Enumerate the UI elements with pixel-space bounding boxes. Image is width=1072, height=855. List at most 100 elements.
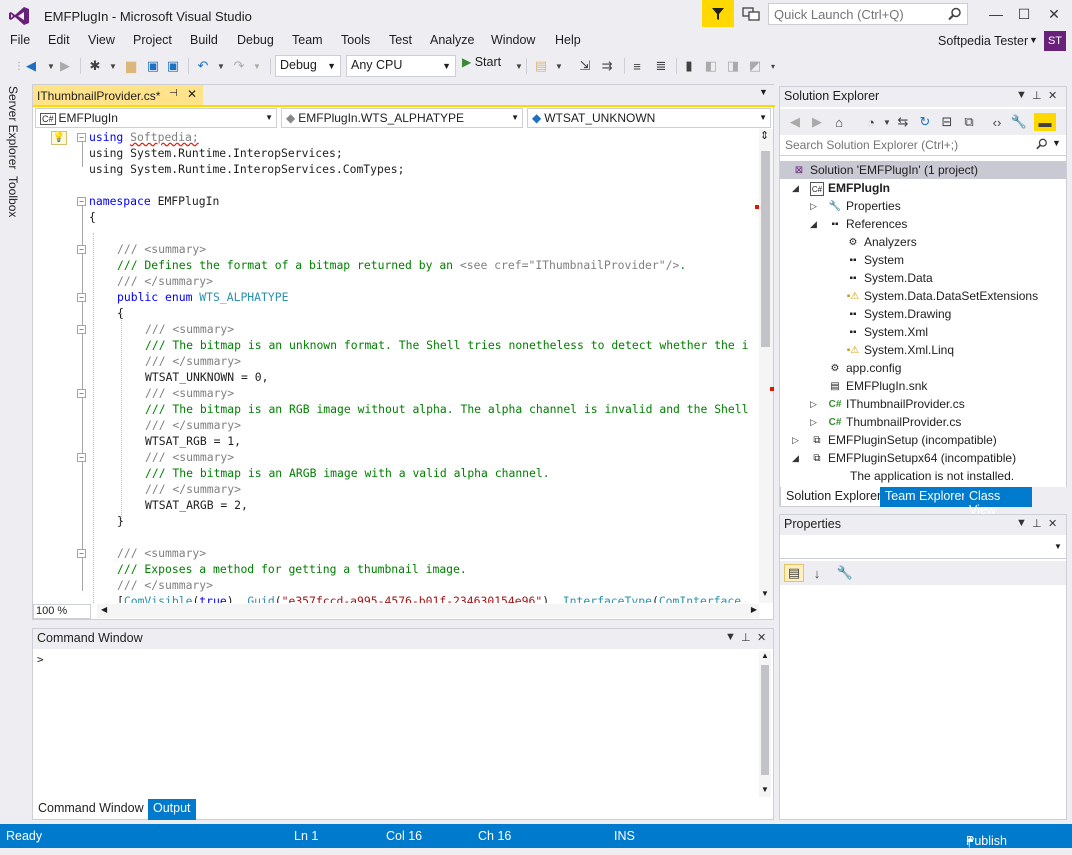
home-icon[interactable]: ⌂ — [830, 113, 848, 131]
search-icon[interactable] — [1036, 138, 1048, 153]
save-all-icon[interactable]: ▣ — [164, 57, 182, 75]
project-nav-select[interactable]: C# EMFPlugIn ▼ — [35, 108, 277, 128]
back-icon[interactable]: ◀ — [22, 57, 40, 75]
editor-horizontal-scrollbar[interactable]: ◀ ▶ — [97, 604, 759, 618]
chevron-down-icon[interactable]: ▼ — [248, 57, 266, 75]
tree-item-setup-project[interactable]: ▷ ⧉ EMFPluginSetup (incompatible) — [780, 431, 1066, 449]
quick-launch-input[interactable] — [769, 4, 939, 24]
tree-item-reference[interactable]: ▪▪ System.Data — [780, 269, 1066, 287]
menu-test[interactable]: Test — [389, 33, 412, 47]
tree-item-snk[interactable]: ▤ EMFPlugIn.snk — [780, 377, 1066, 395]
refresh-icon[interactable]: ↻ — [916, 113, 934, 131]
maximize-button[interactable]: ☐ — [1012, 4, 1036, 24]
scroll-up-icon[interactable]: ▲ — [761, 651, 769, 660]
menu-debug[interactable]: Debug — [237, 33, 274, 47]
collapsed-arrow-icon[interactable]: ▷ — [810, 413, 817, 431]
menu-edit[interactable]: Edit — [48, 33, 70, 47]
member-nav-select[interactable]: ◆ WTSAT_UNKNOWN ▼ — [527, 108, 771, 128]
feedback-icon[interactable] — [742, 6, 760, 22]
menu-project[interactable]: Project — [133, 33, 172, 47]
chevron-down-icon[interactable]: ▼ — [725, 631, 736, 643]
uncomment-lines-icon[interactable]: ≣ — [652, 57, 670, 75]
tree-item-reference[interactable]: ▪▪ System — [780, 251, 1066, 269]
menu-team[interactable]: Team — [292, 33, 323, 47]
pin-icon[interactable]: ⊣ — [169, 88, 178, 99]
view-code-icon[interactable]: ‹› — [988, 113, 1006, 131]
tree-item-project[interactable]: ◢ C# EMFPlugIn — [780, 179, 1066, 197]
chevron-down-icon[interactable]: ▼ — [1052, 138, 1061, 148]
chevron-down-icon[interactable]: ▼ — [550, 57, 568, 75]
chevron-down-icon[interactable]: ▼ — [1054, 542, 1062, 551]
alphabetical-icon[interactable]: ↓ — [808, 564, 826, 582]
next-bookmark-icon[interactable]: ◨ — [724, 57, 742, 75]
tree-item-app-config[interactable]: ⚙ app.config — [780, 359, 1066, 377]
avatar[interactable]: ST — [1044, 31, 1066, 51]
visual-studio-logo-icon[interactable] — [8, 6, 30, 26]
forward-icon[interactable]: ▶ — [56, 57, 74, 75]
bookmark-icon[interactable]: ▮ — [680, 57, 698, 75]
chevron-down-icon[interactable]: ▼ — [759, 87, 768, 97]
collapsed-arrow-icon[interactable]: ▷ — [810, 395, 817, 413]
tab-output[interactable]: Output — [148, 799, 196, 820]
start-debugging-button[interactable]: ▶ Start — [462, 55, 501, 69]
comment-lines-icon[interactable]: ≡ — [628, 57, 646, 75]
collapse-icon[interactable]: − — [77, 389, 86, 398]
wrench-icon[interactable]: 🔧 — [1010, 113, 1028, 131]
wrench-icon[interactable]: 🔧 — [836, 564, 854, 582]
sync-icon[interactable]: ⇆ — [894, 113, 912, 131]
chevron-down-icon[interactable]: ▼ — [1029, 35, 1038, 45]
menu-view[interactable]: View — [88, 33, 115, 47]
user-name[interactable]: Softpedia Tester — [938, 34, 1028, 48]
notifications-filter-button[interactable] — [702, 0, 734, 27]
collapse-icon[interactable]: − — [77, 325, 86, 334]
command-prompt[interactable]: > — [37, 653, 44, 666]
tab-team-explorer[interactable]: Team Explorer — [880, 487, 971, 507]
tab-class-view[interactable]: Class View — [964, 487, 1032, 517]
menu-build[interactable]: Build — [190, 33, 218, 47]
tree-item-solution[interactable]: ⊠ Solution 'EMFPlugIn' (1 project) — [780, 161, 1066, 179]
tree-item-properties[interactable]: ▷ 🔧 Properties — [780, 197, 1066, 215]
preview-selected-icon[interactable]: ▬ — [1034, 113, 1056, 131]
scroll-down-icon[interactable]: ▼ — [761, 589, 769, 598]
step-into-icon[interactable]: ⇲ — [576, 57, 594, 75]
collapsed-arrow-icon[interactable]: ▷ — [792, 431, 799, 449]
lightbulb-icon[interactable]: 💡 — [51, 131, 67, 145]
toolbar-overflow-icon[interactable]: ▾ — [764, 57, 782, 75]
close-icon[interactable]: ✕ — [187, 87, 197, 101]
scroll-down-icon[interactable]: ▼ — [761, 785, 769, 794]
solution-platform-select[interactable]: Any CPU ▼ — [346, 55, 456, 77]
tree-item-cs-file[interactable]: ▷ C# ThumbnailProvider.cs — [780, 413, 1066, 431]
tab-solution-explorer[interactable]: Solution Explorer — [780, 487, 888, 507]
pin-icon[interactable]: ⊥ — [1032, 517, 1042, 530]
tree-item-reference[interactable]: ▪⚠ System.Xml.Linq — [780, 341, 1066, 359]
solution-configuration-select[interactable]: Debug ▼ — [275, 55, 341, 77]
collapse-icon[interactable]: − — [77, 293, 86, 302]
toolbox-tab[interactable]: Toolbox — [6, 176, 20, 217]
object-select[interactable]: ▼ — [780, 537, 1066, 559]
save-icon[interactable]: ▣ — [144, 57, 162, 75]
type-nav-select[interactable]: ◆ EMFPlugIn.WTS_ALPHATYPE ▼ — [281, 108, 523, 128]
expanded-arrow-icon[interactable]: ◢ — [792, 179, 799, 197]
close-button[interactable]: ✕ — [1042, 4, 1066, 24]
command-scrollbar[interactable]: ▲ ▼ — [759, 651, 771, 797]
categorized-icon[interactable]: ▤ — [784, 564, 804, 582]
step-over-icon[interactable]: ⇉ — [598, 57, 616, 75]
tab-command-window[interactable]: Command Window — [32, 799, 150, 820]
tree-item-cs-file[interactable]: ▷ C# IThumbnailProvider.cs — [780, 395, 1066, 413]
clear-bookmarks-icon[interactable]: ◩ — [746, 57, 764, 75]
zoom-select[interactable]: 100 % ▼ — [33, 604, 104, 619]
close-icon[interactable]: ✕ — [757, 631, 766, 644]
tree-item-reference[interactable]: ▪▪ System.Xml — [780, 323, 1066, 341]
tree-item-reference[interactable]: ▪⚠ System.Data.DataSetExtensions — [780, 287, 1066, 305]
close-icon[interactable]: ✕ — [1048, 89, 1057, 102]
menu-help[interactable]: Help — [555, 33, 581, 47]
chevron-down-icon[interactable]: ▼ — [212, 57, 230, 75]
tab-ithumbnailprovider[interactable]: IThumbnailProvider.cs* ⊣ ✕ — [33, 85, 203, 105]
minimize-button[interactable]: — — [984, 4, 1008, 24]
tree-item-reference[interactable]: ▪▪ System.Drawing — [780, 305, 1066, 323]
expanded-arrow-icon[interactable]: ◢ — [810, 215, 817, 233]
collapsed-arrow-icon[interactable]: ▷ — [810, 197, 817, 215]
previous-bookmark-icon[interactable]: ◧ — [702, 57, 720, 75]
close-icon[interactable]: ✕ — [1048, 517, 1057, 530]
scrollbar-thumb[interactable] — [761, 151, 770, 347]
